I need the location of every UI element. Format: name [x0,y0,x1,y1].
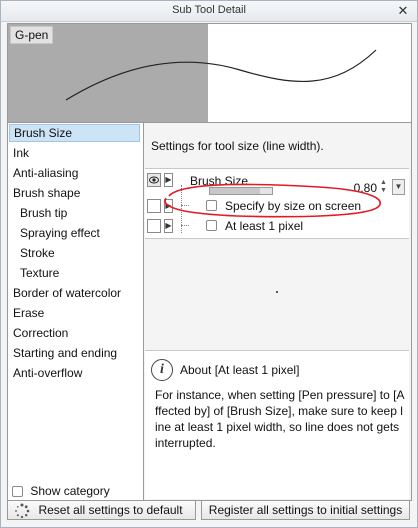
at-least-1-pixel-checkbox[interactable] [206,220,217,231]
empty-settings-area [145,239,409,347]
specify-by-size-label: Specify by size on screen [225,199,362,213]
category-item-stroke[interactable]: Stroke [9,244,140,262]
expand-arrow-icon[interactable]: ▶ [164,173,173,187]
expand-arrow-icon[interactable]: ▶ [164,199,173,213]
category-item-border-of-watercolor[interactable]: Border of watercolor [9,284,140,302]
info-icon: i [151,359,173,381]
close-icon[interactable]: ✕ [397,4,409,17]
sub-tool-detail-window: Sub Tool Detail ✕ G-pen Brush Size Ink Ant… [0,0,418,528]
preview-stroke [65,49,377,101]
property-list: ▶ Brush Size 0.80 ▲ ▼ ▼ ▶ Specify by size… [145,168,409,239]
category-item-ink[interactable]: Ink [9,144,140,162]
tree-branch [181,225,189,226]
reset-spinner-icon [15,503,30,519]
category-item-spraying-effect[interactable]: Spraying effect [9,224,140,242]
brush-size-value[interactable]: 0.80 [354,181,377,195]
category-item-brush-size[interactable]: Brush Size [9,124,140,142]
eye-icon[interactable] [147,173,161,187]
brush-preview: G-pen [7,23,412,124]
brush-size-spinner[interactable]: ▲ ▼ [379,179,388,195]
eye-icon[interactable] [147,199,161,213]
window-title: Sub Tool Detail [172,4,246,16]
checkbox-box[interactable] [12,486,23,498]
help-body: For instance, when setting [Pen pressure… [155,388,405,450]
reset-button-label: Reset all settings to default [38,503,183,517]
category-list: Brush Size Ink Anti-aliasing Brush shape Bru… [7,122,144,501]
category-item-brush-shape[interactable]: Brush shape [9,184,140,202]
category-item-anti-aliasing[interactable]: Anti-aliasing [9,164,140,182]
category-item-anti-overflow[interactable]: Anti-overflow [9,364,140,382]
expand-arrow-icon[interactable]: ▶ [164,219,173,233]
center-dot [276,291,278,293]
register-all-settings-button[interactable]: Register all settings to initial setting… [201,500,410,520]
category-item-erase[interactable]: Erase [9,304,140,322]
reset-all-settings-button[interactable]: Reset all settings to default [7,500,196,520]
settings-description: Settings for tool size (line width). [151,139,324,153]
at-least-1-pixel-label: At least 1 pixel [225,219,304,233]
category-item-correction[interactable]: Correction [9,324,140,342]
title-bar[interactable]: Sub Tool Detail ✕ [1,1,417,22]
tree-branch [181,205,189,206]
brush-size-row: ▶ Brush Size 0.80 ▲ ▼ ▼ [145,171,409,233]
category-item-starting-and-ending[interactable]: Starting and ending [9,344,140,362]
settings-pane: Settings for tool size (line width). ▶ B… [143,122,412,501]
specify-by-size-row: ▶ Specify by size on screen [145,197,409,217]
help-title: About [At least 1 pixel] [180,363,300,377]
show-category-checkbox[interactable]: Show category [12,484,110,498]
brush-size-dropdown-button[interactable]: ▼ [392,179,405,195]
specify-by-size-checkbox[interactable] [206,200,217,211]
brush-size-label: Brush Size [190,174,249,188]
category-item-brush-tip[interactable]: Brush tip [9,204,140,222]
show-category-label: Show category [30,484,110,498]
help-panel: i About [At least 1 pixel] For instance,… [145,350,409,499]
register-button-label: Register all settings to initial setting… [208,503,403,517]
category-item-texture[interactable]: Texture [9,264,140,282]
eye-icon[interactable] [147,219,161,233]
brush-size-slider[interactable] [209,187,273,195]
at-least-1-pixel-row: ▶ At least 1 pixel [145,217,409,237]
